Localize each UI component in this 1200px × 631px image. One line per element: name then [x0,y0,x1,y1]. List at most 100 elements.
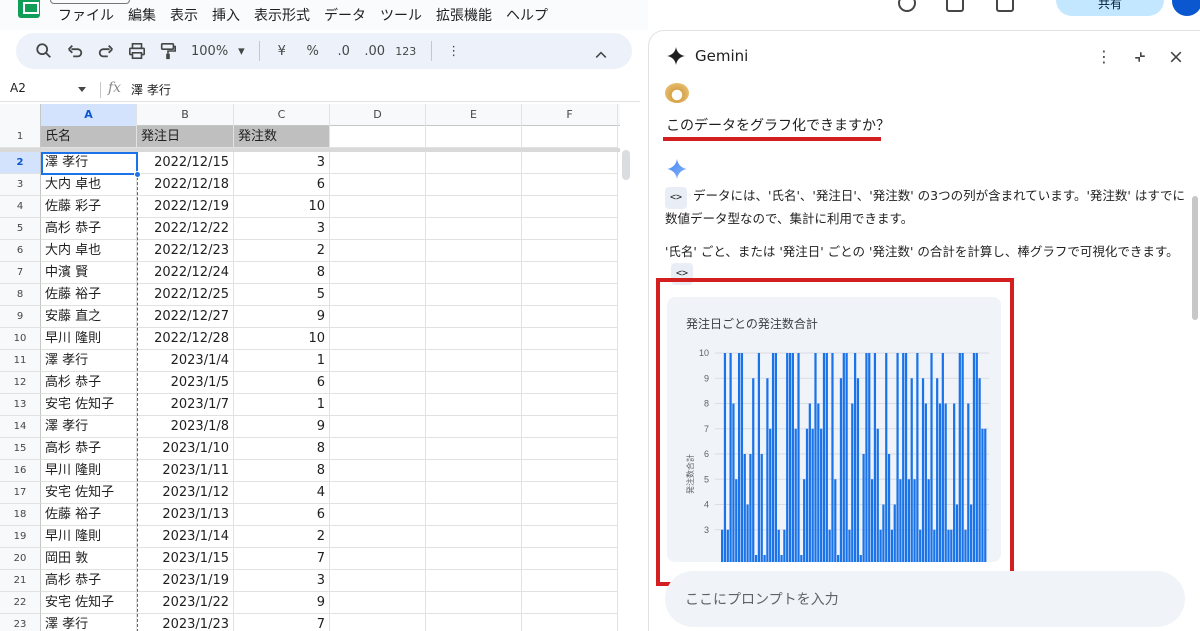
selected-cell[interactable] [41,152,138,175]
empty-cell[interactable] [330,262,426,284]
row-header[interactable]: 12 [0,372,41,394]
date-cell[interactable]: 2022/12/22 [137,218,234,240]
qty-cell[interactable]: 9 [234,306,330,328]
empty-cell[interactable] [330,548,426,570]
menu-help[interactable]: ヘルプ [506,5,548,25]
row-header[interactable]: 6 [0,240,41,262]
menu-insert[interactable]: 挿入 [212,5,240,25]
date-cell[interactable]: 2023/1/19 [137,570,234,592]
qty-cell[interactable]: 4 [234,482,330,504]
empty-cell[interactable] [426,504,522,526]
zoom-select[interactable]: 100% ▾ [191,44,245,59]
row-header[interactable]: 17 [0,482,41,504]
row-header[interactable]: 9 [0,306,41,328]
empty-cell[interactable] [330,570,426,592]
name-cell[interactable]: 高杉 恭子 [41,570,137,592]
date-cell[interactable]: 2022/12/24 [137,262,234,284]
prompt-box[interactable]: ここにプロンプトを入力 [665,571,1185,627]
qty-cell[interactable]: 3 [234,570,330,592]
meet-icon[interactable] [996,0,1014,12]
row-header[interactable]: 16 [0,460,41,482]
name-cell[interactable]: 早川 隆則 [41,328,137,350]
name-cell[interactable]: 高杉 恭子 [41,218,137,240]
empty-cell[interactable] [330,284,426,306]
header-cell[interactable]: 発注数 [234,126,330,148]
prompt-input[interactable]: ここにプロンプトを入力 [685,589,839,609]
number-format-button[interactable]: 123 [392,37,420,65]
print-icon[interactable] [123,37,151,65]
header-cell[interactable]: 発注日 [137,126,234,148]
redo-icon[interactable] [92,37,120,65]
date-cell[interactable]: 2022/12/23 [137,240,234,262]
date-cell[interactable]: 2023/1/14 [137,526,234,548]
empty-cell[interactable] [426,174,522,196]
increase-decimal-button[interactable]: .00 [361,37,389,65]
name-cell[interactable]: 澤 孝行 [41,416,137,438]
search-icon[interactable] [30,37,58,65]
qty-cell[interactable]: 8 [234,438,330,460]
empty-cell[interactable] [426,196,522,218]
menu-format[interactable]: 表示形式 [254,5,310,25]
empty-cell[interactable] [330,174,426,196]
empty-cell[interactable] [426,262,522,284]
empty-cell[interactable] [522,438,618,460]
date-cell[interactable]: 2022/12/28 [137,328,234,350]
empty-cell[interactable] [522,126,618,148]
name-cell[interactable]: 中濱 賢 [41,262,137,284]
empty-cell[interactable] [330,240,426,262]
empty-cell[interactable] [522,394,618,416]
qty-cell[interactable]: 7 [234,614,330,631]
name-cell[interactable]: 安宅 佐知子 [41,592,137,614]
column-header-c[interactable]: C [234,104,330,126]
date-cell[interactable]: 2022/12/18 [137,174,234,196]
column-header-a[interactable]: A [41,104,137,126]
empty-cell[interactable] [522,372,618,394]
empty-cell[interactable] [522,548,618,570]
name-cell[interactable]: 早川 隆則 [41,460,137,482]
row-header[interactable]: 8 [0,284,41,306]
empty-cell[interactable] [522,504,618,526]
row-header[interactable]: 3 [0,174,41,196]
empty-cell[interactable] [426,526,522,548]
row-header[interactable]: 18 [0,504,41,526]
name-cell[interactable]: 岡田 敦 [41,548,137,570]
qty-cell[interactable]: 2 [234,526,330,548]
empty-cell[interactable] [330,504,426,526]
menu-extensions[interactable]: 拡張機能 [436,5,492,25]
qty-cell[interactable]: 9 [234,592,330,614]
sheets-logo-icon[interactable] [18,0,40,18]
empty-cell[interactable] [426,306,522,328]
empty-cell[interactable] [522,350,618,372]
empty-cell[interactable] [522,152,618,174]
name-box[interactable]: A2 [10,81,26,95]
empty-cell[interactable] [330,592,426,614]
empty-cell[interactable] [330,372,426,394]
date-cell[interactable]: 2023/1/22 [137,592,234,614]
comment-icon[interactable] [946,0,964,12]
name-cell[interactable]: 澤 孝行 [41,614,137,631]
qty-cell[interactable]: 8 [234,262,330,284]
empty-cell[interactable] [330,152,426,174]
empty-cell[interactable] [522,328,618,350]
empty-cell[interactable] [522,614,618,631]
empty-cell[interactable] [426,126,522,148]
empty-cell[interactable] [426,350,522,372]
more-vert-icon[interactable]: ⋮ [440,37,468,65]
empty-cell[interactable] [522,306,618,328]
paint-format-icon[interactable] [154,37,182,65]
name-cell[interactable]: 佐藤 裕子 [41,284,137,306]
name-cell[interactable]: 安宅 佐知子 [41,394,137,416]
qty-cell[interactable]: 1 [234,350,330,372]
currency-format-button[interactable]: ¥ [268,37,296,65]
qty-cell[interactable]: 9 [234,416,330,438]
empty-cell[interactable] [330,482,426,504]
empty-cell[interactable] [330,438,426,460]
empty-cell[interactable] [330,614,426,631]
row-header[interactable]: 2 [0,152,41,174]
row-header[interactable]: 10 [0,328,41,350]
qty-cell[interactable]: 5 [234,284,330,306]
empty-cell[interactable] [330,306,426,328]
chevron-up-icon[interactable] [587,41,615,69]
empty-cell[interactable] [330,394,426,416]
more-vert-icon[interactable]: ⋮ [1096,47,1112,66]
